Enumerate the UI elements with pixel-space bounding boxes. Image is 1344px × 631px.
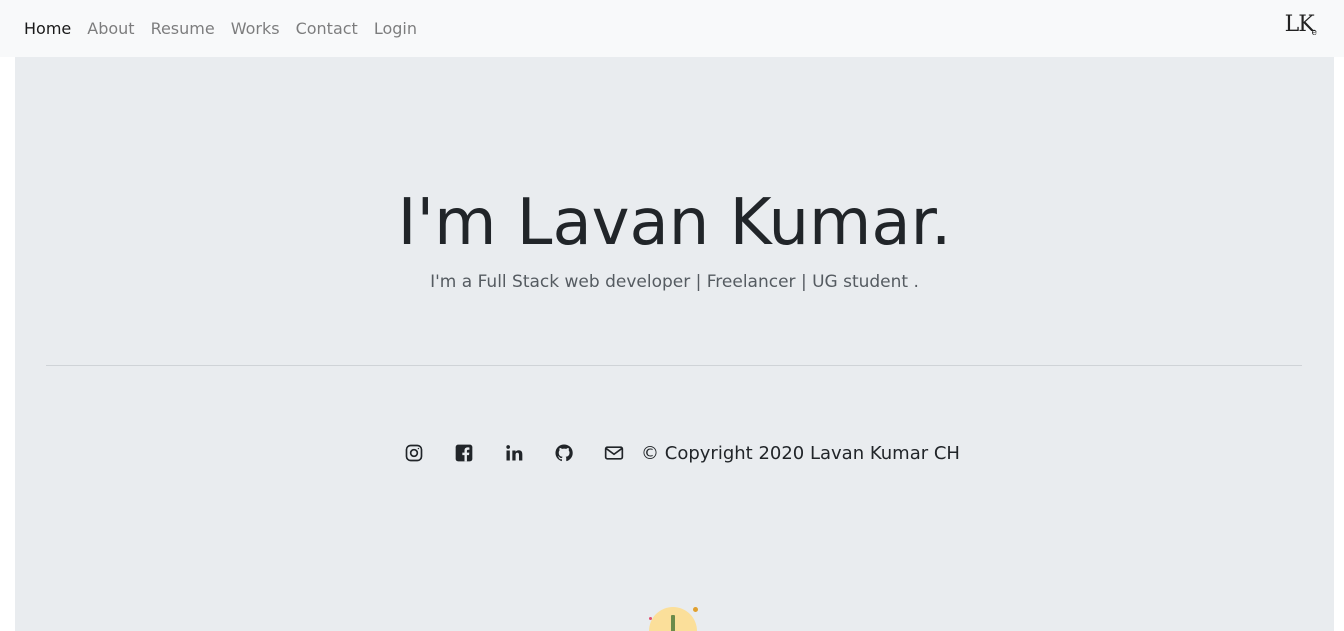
nav-item-contact[interactable]: Contact xyxy=(288,19,366,38)
nav-links: Home About Resume Works Contact Login xyxy=(16,0,425,57)
nav-item-about[interactable]: About xyxy=(79,19,142,38)
hero-divider xyxy=(46,365,1302,366)
github-icon[interactable] xyxy=(552,441,576,465)
avatar-illustration xyxy=(649,607,698,631)
nav-item-login[interactable]: Login xyxy=(366,19,425,38)
linkedin-icon[interactable] xyxy=(502,441,526,465)
hero-subtitle: I'm a Full Stack web developer | Freelan… xyxy=(430,272,919,292)
brand-logo[interactable]: LKe xyxy=(1284,12,1317,38)
social-links: © Copyright 2020 Lavan Kumar CH xyxy=(15,437,1334,469)
nav-item-home[interactable]: Home xyxy=(16,19,79,38)
nav-item-works[interactable]: Works xyxy=(223,19,288,38)
hero-jumbotron: I'm Lavan Kumar. I'm a Full Stack web de… xyxy=(15,57,1334,631)
email-icon[interactable] xyxy=(602,441,626,465)
brand-logo-flourish: e xyxy=(1311,28,1317,38)
brand-logo-text: LK xyxy=(1284,12,1315,37)
copyright-text: © Copyright 2020 Lavan Kumar CH xyxy=(641,442,960,464)
nav-item-resume[interactable]: Resume xyxy=(143,19,223,38)
instagram-icon[interactable] xyxy=(402,441,426,465)
facebook-icon[interactable] xyxy=(452,441,476,465)
hero-title: I'm Lavan Kumar. xyxy=(397,186,952,260)
top-navbar: Home About Resume Works Contact Login LK… xyxy=(0,0,1344,57)
